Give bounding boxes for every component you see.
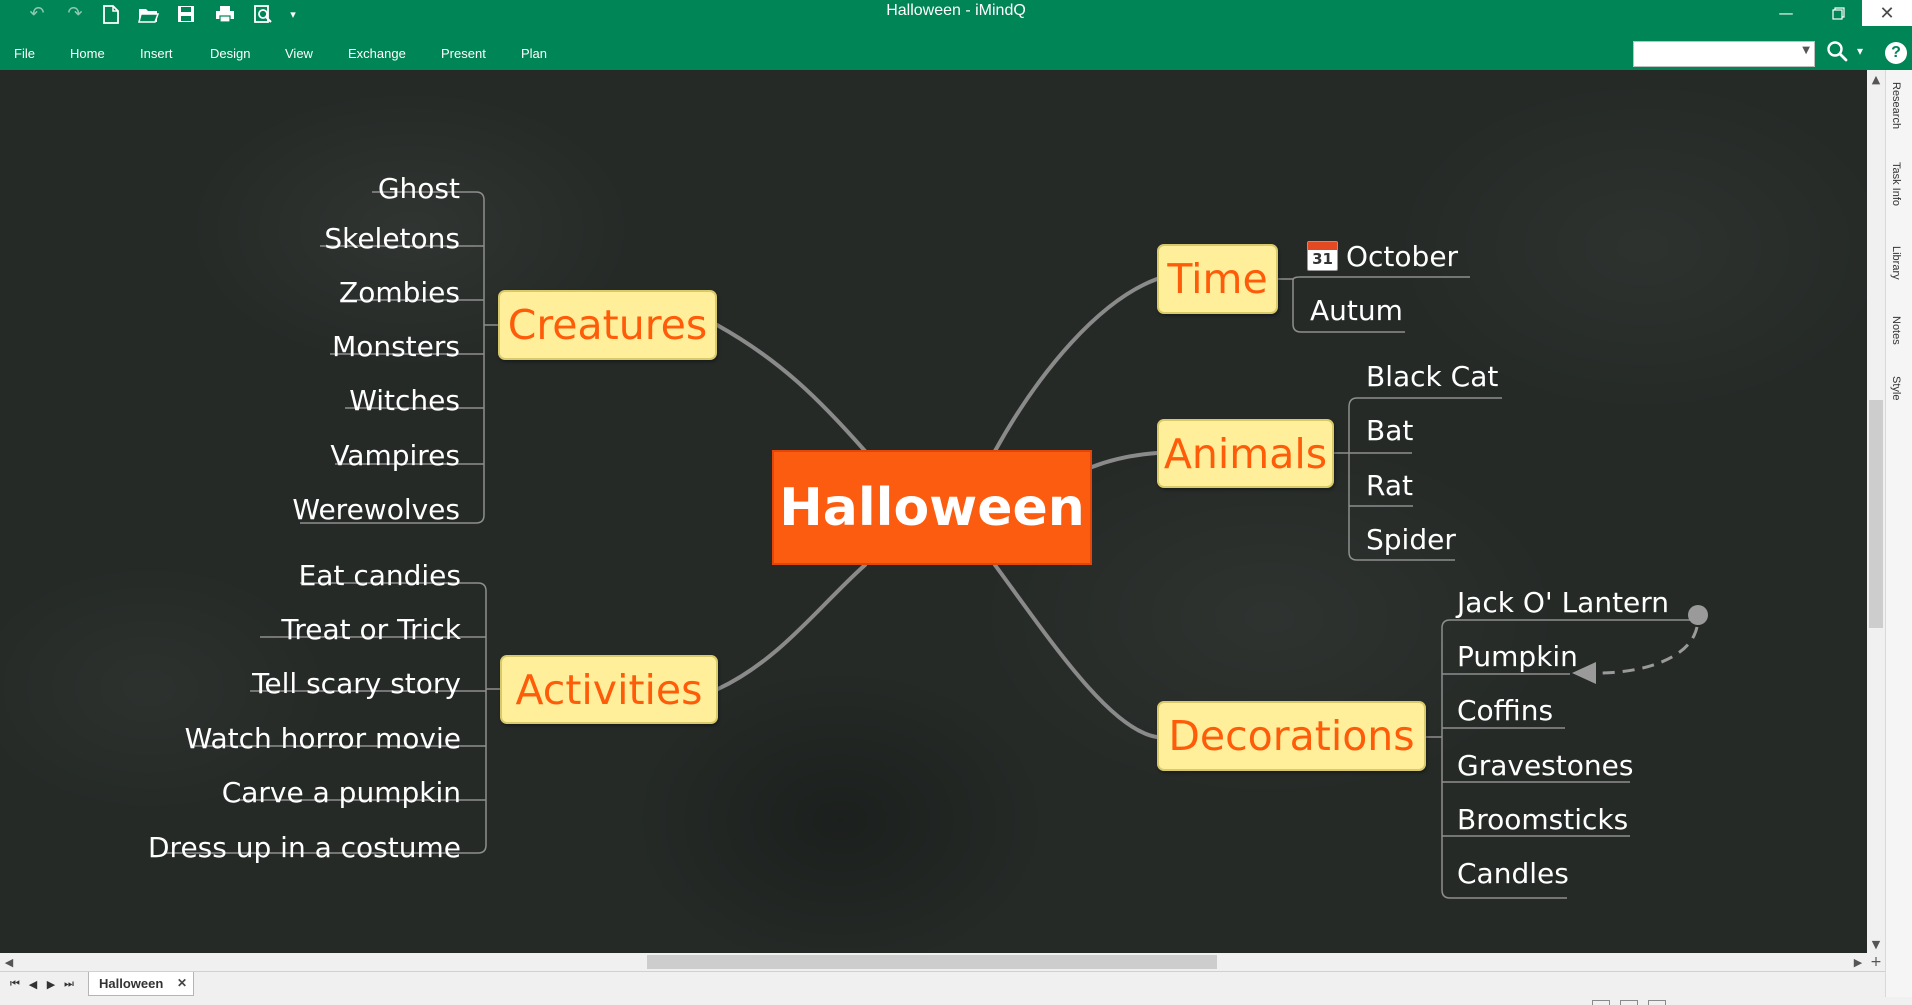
topic-decorations[interactable]: Decorations (1157, 701, 1426, 771)
subtopic-black-cat[interactable]: Black Cat (1366, 356, 1498, 396)
side-tab-notes[interactable]: Notes (1890, 316, 1902, 345)
subtopic-october[interactable]: 31 October (1307, 236, 1458, 276)
side-tab-task-info[interactable]: Task Info (1890, 162, 1902, 206)
map-canvas[interactable]: Halloween Creatures Activities Time Anim… (0, 70, 1867, 953)
scroll-right-icon[interactable]: ▶ (1849, 953, 1867, 971)
subtopic-watch-horror-movie[interactable]: Watch horror movie (185, 718, 461, 758)
tab-insert[interactable]: Insert (140, 46, 173, 61)
subtopic-ghost[interactable]: Ghost (378, 168, 460, 208)
link-creatures (715, 323, 867, 453)
search-icon[interactable] (1826, 40, 1850, 66)
calendar-icon: 31 (1307, 241, 1338, 271)
horizontal-scrollbar[interactable]: ◀ ▶ (0, 953, 1867, 971)
subtopic-gravestones[interactable]: Gravestones (1457, 745, 1633, 785)
close-sheet-icon[interactable]: ✕ (177, 976, 187, 990)
scroll-up-icon[interactable]: ▲ (1867, 70, 1885, 88)
title-bar: ↶ ↷ ▾ Halloween - iMindQ — ✕ (0, 0, 1912, 26)
subtopic-candles[interactable]: Candles (1457, 853, 1569, 893)
subtopic-tell-scary-story[interactable]: Tell scary story (252, 663, 461, 703)
side-tab-style[interactable]: Style (1890, 376, 1902, 400)
side-tab-research[interactable]: Research (1890, 82, 1902, 129)
subtopic-bat[interactable]: Bat (1366, 410, 1413, 450)
side-panel: Research Task Info Library Notes Style (1885, 70, 1912, 1005)
side-tab-library[interactable]: Library (1890, 246, 1902, 280)
subtopic-eat-candies[interactable]: Eat candies (299, 555, 461, 595)
topic-activities[interactable]: Activities (500, 655, 718, 724)
topic-creatures[interactable]: Creatures (498, 290, 717, 360)
tab-design[interactable]: Design (210, 46, 250, 61)
subtopic-autum[interactable]: Autum (1310, 290, 1403, 330)
subtopic-vampires[interactable]: Vampires (330, 435, 460, 475)
first-sheet-icon[interactable]: ⏮ (8, 976, 22, 992)
link-animals (1090, 451, 1159, 469)
topic-time[interactable]: Time (1157, 244, 1278, 314)
subtopic-broomsticks[interactable]: Broomsticks (1457, 799, 1628, 839)
sheet-tab-label: Halloween (99, 976, 164, 991)
minimize-icon[interactable]: — (1760, 0, 1812, 26)
search-input[interactable]: ▼ (1633, 41, 1815, 67)
subtopic-witches[interactable]: Witches (349, 380, 460, 420)
link-activities (716, 563, 867, 691)
tab-present[interactable]: Present (441, 46, 486, 61)
view-normal-icon[interactable] (1592, 1000, 1610, 1005)
subtopic-rat[interactable]: Rat (1366, 465, 1413, 505)
subtopic-jack-o-lantern[interactable]: Jack O' Lantern (1457, 582, 1669, 622)
sheet-tab-bar: ⏮ ◀ ▶ ⏭ Halloween ✕ (0, 971, 1885, 997)
subtopic-monsters[interactable]: Monsters (332, 326, 460, 366)
link-decorations (993, 563, 1159, 739)
close-icon[interactable]: ✕ (1862, 0, 1912, 26)
subtopic-coffins[interactable]: Coffins (1457, 690, 1553, 730)
link-time (993, 277, 1159, 453)
sheet-tab-halloween[interactable]: Halloween ✕ (88, 972, 194, 996)
tab-exchange[interactable]: Exchange (348, 46, 406, 61)
window-title: Halloween - iMindQ (886, 2, 1026, 19)
subtopic-dress-up-in-a-costume[interactable]: Dress up in a costume (148, 827, 461, 867)
subtopic-october-label: October (1346, 239, 1459, 273)
view-fullscreen-icon[interactable] (1648, 1000, 1666, 1005)
calendar-day: 31 (1312, 250, 1333, 268)
view-outline-icon[interactable] (1620, 1000, 1638, 1005)
search-options-icon[interactable]: ▾ (1857, 44, 1863, 58)
tab-plan[interactable]: Plan (521, 46, 547, 61)
vertical-scrollbar[interactable]: ▲ ▼ (1867, 70, 1885, 953)
search-dropdown-icon[interactable]: ▼ (1802, 45, 1810, 56)
next-sheet-icon[interactable]: ▶ (44, 976, 58, 992)
vertical-scroll-thumb[interactable] (1869, 400, 1883, 628)
subtopic-werewolves[interactable]: Werewolves (292, 489, 460, 529)
subtopic-pumpkin[interactable]: Pumpkin (1457, 636, 1578, 676)
subtopic-treat-or-trick[interactable]: Treat or Trick (281, 609, 461, 649)
scroll-left-icon[interactable]: ◀ (0, 953, 18, 971)
restore-icon[interactable] (1812, 0, 1864, 26)
previous-sheet-icon[interactable]: ◀ (26, 976, 40, 992)
subtopic-skeletons[interactable]: Skeletons (324, 218, 460, 258)
add-sheet-icon[interactable]: + (1867, 953, 1885, 971)
subtopic-carve-a-pumpkin[interactable]: Carve a pumpkin (222, 772, 461, 812)
tab-file[interactable]: File (14, 46, 35, 61)
status-bar (0, 997, 1912, 1005)
tab-home[interactable]: Home (70, 46, 105, 61)
tab-view[interactable]: View (285, 46, 313, 61)
central-topic[interactable]: Halloween (772, 450, 1092, 565)
subtopic-zombies[interactable]: Zombies (339, 272, 460, 312)
subtopic-spider[interactable]: Spider (1366, 519, 1456, 559)
scroll-down-icon[interactable]: ▼ (1867, 935, 1885, 953)
last-sheet-icon[interactable]: ⏭ (62, 976, 76, 992)
topic-animals[interactable]: Animals (1157, 419, 1334, 488)
ribbon: File Home Insert Design View Exchange Pr… (0, 26, 1912, 70)
help-icon[interactable]: ? (1885, 42, 1907, 64)
horizontal-scroll-thumb[interactable] (647, 955, 1217, 969)
